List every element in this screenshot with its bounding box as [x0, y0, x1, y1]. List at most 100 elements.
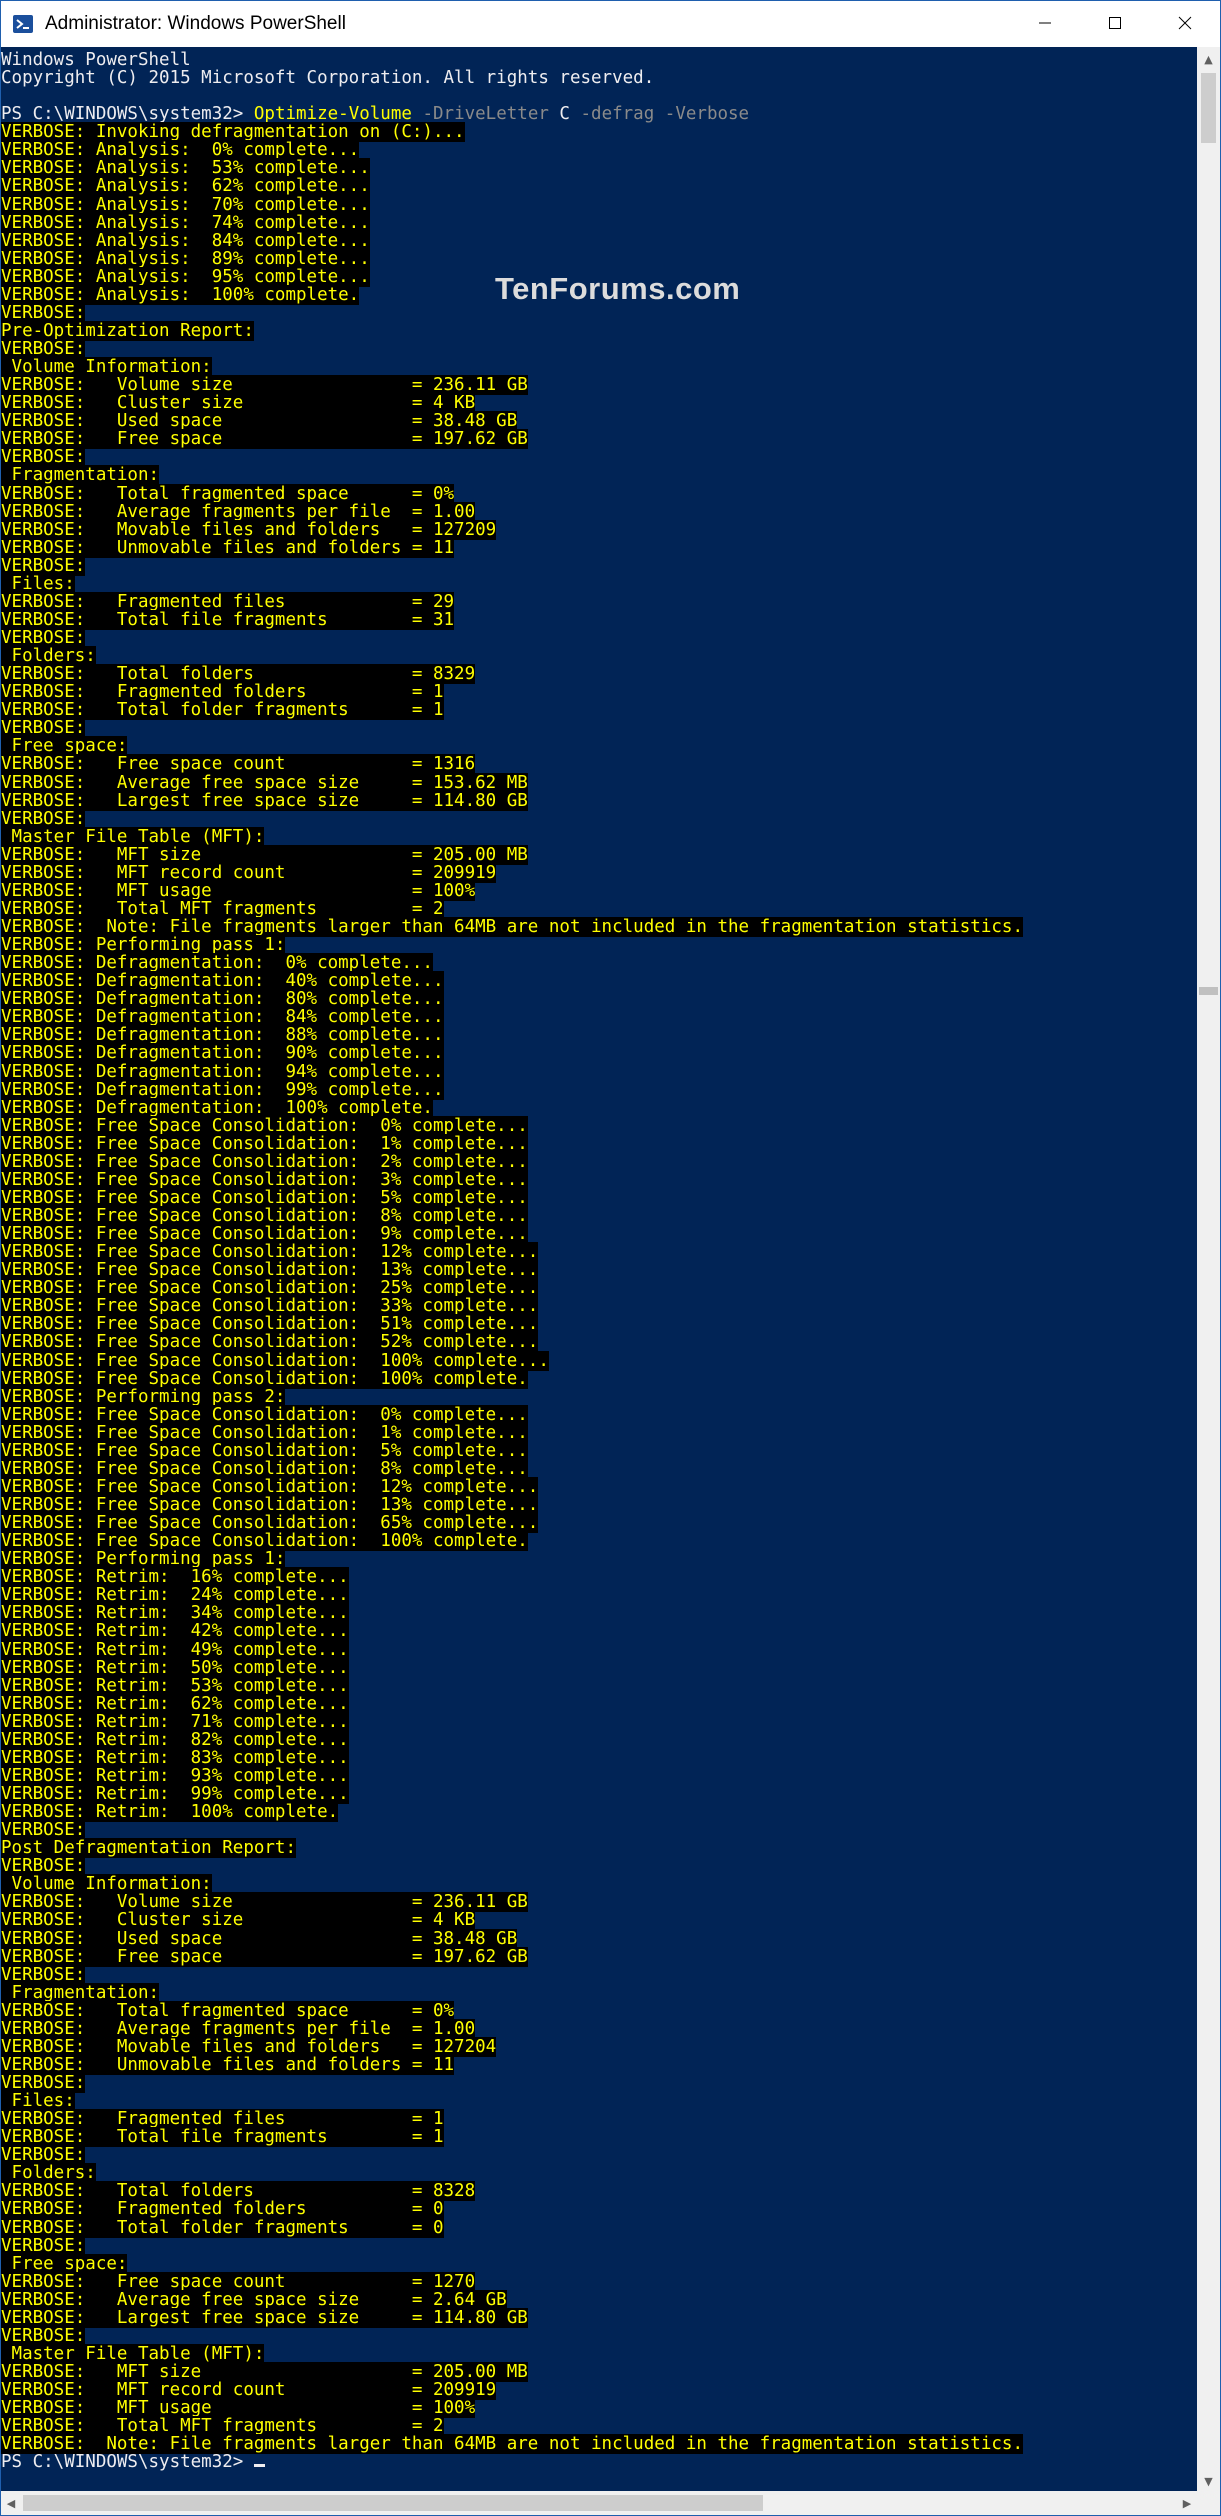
verbose-line: VERBOSE: — [1, 2325, 1197, 2346]
powershell-icon[interactable] — [11, 12, 35, 36]
verbose-line-text: VERBOSE: — [1, 718, 86, 739]
verbose-line-text: VERBOSE: — [1, 447, 86, 468]
verbose-line-text: Fragmentation: — [1, 465, 160, 486]
verbose-line-text: VERBOSE: Retrim: 53% complete... — [1, 1675, 349, 1696]
verbose-line: VERBOSE: — [1, 1856, 1197, 1877]
verbose-line-text: VERBOSE: Total file fragments = 1 — [1, 2127, 444, 2148]
verbose-line: VERBOSE: Cluster size = 4 KB — [1, 393, 1197, 414]
verbose-line-text: Free space: — [1, 2253, 128, 2274]
verbose-line-text: VERBOSE: MFT usage = 100% — [1, 2398, 476, 2419]
scrollbar-corner — [1197, 2491, 1220, 2515]
text-cursor — [253, 2464, 265, 2468]
maximize-button[interactable] — [1080, 1, 1150, 47]
verbose-line-text: VERBOSE: — [1, 2073, 86, 2093]
verbose-line: VERBOSE: Note: File fragments larger tha… — [1, 917, 1197, 937]
verbose-line-text: VERBOSE: MFT usage = 100% — [1, 880, 476, 901]
verbose-line-text: VERBOSE: Analysis: 95% complete... — [1, 266, 370, 287]
verbose-line-text: VERBOSE: Largest free space size = 114.8… — [1, 790, 528, 811]
verbose-line-text: VERBOSE: — [1, 339, 86, 359]
minimize-icon — [1038, 15, 1052, 34]
verbose-line-text: VERBOSE: Free space count = 1316 — [1, 754, 476, 775]
verbose-line-text: VERBOSE: Total folders = 8329 — [1, 664, 476, 685]
verbose-line-text: VERBOSE: Free Space Consolidation: 33% c… — [1, 1296, 539, 1317]
verbose-line: VERBOSE: Total folders = 8328 — [1, 2181, 1197, 2202]
final-prompt-line: PS C:\WINDOWS\system32> — [1, 2453, 1197, 2471]
verbose-line: Master File Table (MFT): — [1, 826, 1197, 847]
verbose-line-text: VERBOSE: Largest free space size = 114.8… — [1, 2307, 528, 2328]
verbose-line: VERBOSE: Unmovable files and folders = 1… — [1, 537, 1197, 558]
argument-text: C — [548, 104, 570, 125]
verbose-line: VERBOSE: Total MFT fragments = 2 — [1, 898, 1197, 919]
verbose-line: VERBOSE: Used space = 38.48 GB — [1, 1928, 1197, 1949]
verbose-line-text: Master File Table (MFT): — [1, 2343, 265, 2364]
scroll-left-arrow-icon[interactable]: ◀ — [1, 2491, 21, 2515]
verbose-line: VERBOSE: — [1, 718, 1197, 739]
verbose-output: VERBOSE: Invoking defragmentation on (C:… — [1, 122, 1197, 2455]
console-header-line: Copyright (C) 2015 Microsoft Corporation… — [1, 68, 655, 89]
horizontal-scroll-thumb[interactable] — [23, 2495, 763, 2511]
vertical-scrollbar[interactable]: ▲ ▼ — [1197, 47, 1220, 2493]
verbose-line: VERBOSE: Total file fragments = 31 — [1, 609, 1197, 630]
verbose-line-text: VERBOSE: Retrim: 62% complete... — [1, 1693, 349, 1714]
verbose-line-text: VERBOSE: Retrim: 24% complete... — [1, 1585, 349, 1606]
verbose-line-text: VERBOSE: Free Space Consolidation: 5% co… — [1, 1440, 528, 1461]
close-button[interactable] — [1150, 1, 1220, 47]
verbose-line: VERBOSE: Defragmentation: 84% complete..… — [1, 1007, 1197, 1028]
verbose-line: VERBOSE: Retrim: 100% complete. — [1, 1802, 1197, 1823]
verbose-line-text: Files: — [1, 573, 75, 594]
console-lines: Windows PowerShell Copyright (C) 2015 Mi… — [1, 47, 1197, 2471]
verbose-line-text: VERBOSE: Free Space Consolidation: 52% c… — [1, 1332, 539, 1353]
verbose-line-text: VERBOSE: Movable files and folders = 127… — [1, 2036, 497, 2057]
verbose-line: VERBOSE: MFT record count = 209919 — [1, 862, 1197, 883]
verbose-line-text: VERBOSE: Cluster size = 4 KB — [1, 1910, 476, 1931]
verbose-line: VERBOSE: Defragmentation: 0% complete... — [1, 953, 1197, 974]
verbose-line: VERBOSE: Retrim: 99% complete... — [1, 1784, 1197, 1804]
minimize-button[interactable] — [1010, 1, 1080, 47]
console-output[interactable]: Windows PowerShell Copyright (C) 2015 Mi… — [1, 47, 1197, 2493]
title-bar[interactable]: Administrator: Windows PowerShell — [1, 1, 1220, 47]
verbose-line-text: VERBOSE: Free Space Consolidation: 65% c… — [1, 1513, 539, 1534]
verbose-line-text: VERBOSE: — [1, 302, 86, 323]
watermark-text: TenForums.com — [495, 271, 741, 306]
verbose-line: VERBOSE: Free Space Consolidation: 13% c… — [1, 1495, 1197, 1515]
verbose-line-text: VERBOSE: Retrim: 16% complete... — [1, 1567, 349, 1588]
horizontal-scrollbar[interactable]: ◀ ▶ — [1, 2491, 1197, 2515]
scroll-right-arrow-icon[interactable]: ▶ — [1177, 2491, 1197, 2515]
verbose-line-text: Folders: — [1, 646, 96, 667]
verbose-line: VERBOSE: Defragmentation: 80% complete..… — [1, 989, 1197, 1010]
verbose-line: VERBOSE: Fragmented folders = 0 — [1, 2199, 1197, 2220]
verbose-line: VERBOSE: Analysis: 70% complete... — [1, 194, 1197, 215]
verbose-line: VERBOSE: Analysis: 74% complete... — [1, 212, 1197, 233]
verbose-line-text: VERBOSE: MFT record count = 209919 — [1, 862, 497, 883]
verbose-line: VERBOSE: Retrim: 50% complete... — [1, 1657, 1197, 1678]
verbose-line: VERBOSE: Free Space Consolidation: 5% co… — [1, 1440, 1197, 1461]
verbose-line-text: VERBOSE: — [1, 555, 86, 576]
verbose-line: VERBOSE: Invoking defragmentation on (C:… — [1, 122, 1197, 143]
verbose-line: VERBOSE: — [1, 2145, 1197, 2166]
verbose-line-text: VERBOSE: — [1, 2235, 86, 2256]
verbose-line: VERBOSE: Performing pass 1: — [1, 1549, 1197, 1570]
scroll-down-arrow-icon[interactable]: ▼ — [1197, 2469, 1220, 2493]
scroll-up-arrow-icon[interactable]: ▲ — [1197, 47, 1220, 71]
verbose-line-text: VERBOSE: Retrim: 82% complete... — [1, 1729, 349, 1750]
verbose-line: VERBOSE: Average free space size = 153.6… — [1, 772, 1197, 793]
verbose-line-text: VERBOSE: Free space = 197.62 GB — [1, 429, 528, 450]
verbose-line-text: VERBOSE: Analysis: 89% complete... — [1, 248, 370, 269]
verbose-line: VERBOSE: Retrim: 62% complete... — [1, 1693, 1197, 1714]
verbose-line-text: VERBOSE: Unmovable files and folders = 1… — [1, 537, 455, 558]
verbose-line: VERBOSE: Retrim: 16% complete... — [1, 1567, 1197, 1588]
verbose-line-text: VERBOSE: Retrim: 71% complete... — [1, 1711, 349, 1732]
verbose-line: Files: — [1, 573, 1197, 594]
verbose-line-text: VERBOSE: MFT record count = 209919 — [1, 2380, 497, 2401]
verbose-line-text: Fragmentation: — [1, 1982, 160, 2003]
prompt-text: PS C:\WINDOWS\system32> — [1, 2452, 254, 2473]
verbose-line: VERBOSE: Free Space Consolidation: 52% c… — [1, 1332, 1197, 1353]
verbose-line: VERBOSE: Used space = 38.48 GB — [1, 411, 1197, 432]
vertical-scroll-thumb[interactable] — [1201, 73, 1216, 143]
verbose-line: VERBOSE: Free Space Consolidation: 25% c… — [1, 1278, 1197, 1299]
verbose-line-text: VERBOSE: Retrim: 42% complete... — [1, 1621, 349, 1642]
verbose-line: Volume Information: — [1, 1874, 1197, 1895]
verbose-line: VERBOSE: — [1, 628, 1197, 648]
verbose-line: VERBOSE: Free Space Consolidation: 51% c… — [1, 1314, 1197, 1335]
verbose-line: VERBOSE: Fragmented files = 29 — [1, 591, 1197, 612]
